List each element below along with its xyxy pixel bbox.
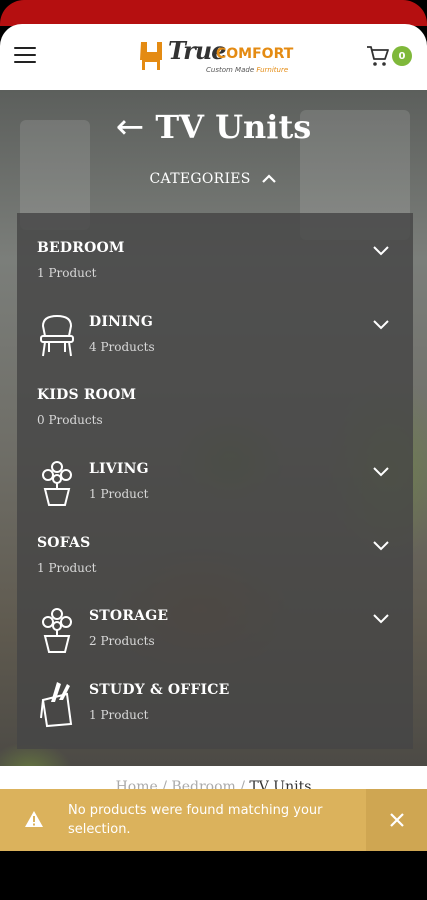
chevron-down-icon[interactable] xyxy=(372,613,390,625)
warning-icon xyxy=(25,811,43,827)
page-title-row: ← TV Units xyxy=(0,108,427,146)
close-icon xyxy=(389,813,404,827)
chevron-up-icon xyxy=(262,174,277,183)
category-count: 1 Product xyxy=(37,266,97,280)
category-count: 1 Product xyxy=(37,561,97,575)
logo-tagline-b: Furniture xyxy=(256,66,289,74)
chevron-down-icon[interactable] xyxy=(372,466,390,478)
categories-toggle-label: CATEGORIES xyxy=(149,171,251,187)
category-item-kids-room[interactable]: KIDS ROOM 0 Products xyxy=(17,377,413,447)
potted-plant-icon xyxy=(42,608,72,653)
hamburger-icon[interactable] xyxy=(14,47,36,65)
close-notice-button[interactable] xyxy=(366,789,427,851)
hero-background: ← TV Units CATEGORIES BEDROOM 1 Product … xyxy=(0,90,427,766)
categories-panel: BEDROOM 1 Product DINING 4 Products KIDS… xyxy=(17,213,413,749)
pen-holder-icon xyxy=(40,682,73,728)
page-title: TV Units xyxy=(155,108,312,146)
brand-logo[interactable]: True COMFORT Custom Made Furniture xyxy=(138,36,298,78)
category-name: DINING xyxy=(89,314,153,330)
category-count: 0 Products xyxy=(37,413,103,427)
category-name: LIVING xyxy=(89,461,149,477)
logo-tagline-a: Custom Made xyxy=(206,66,255,74)
category-item-bedroom[interactable]: BEDROOM 1 Product xyxy=(17,230,413,300)
logo-tagline: Custom Made Furniture xyxy=(206,66,288,74)
category-item-storage[interactable]: STORAGE 2 Products xyxy=(17,598,413,668)
cart-icon[interactable] xyxy=(366,44,390,68)
category-item-dining[interactable]: DINING 4 Products xyxy=(17,304,413,374)
chevron-down-icon[interactable] xyxy=(372,540,390,552)
notice-message: No products were found matching your sel… xyxy=(68,803,323,837)
category-name: STORAGE xyxy=(89,608,169,624)
category-item-living[interactable]: LIVING 1 Product xyxy=(17,451,413,521)
categories-toggle[interactable]: CATEGORIES xyxy=(0,171,427,187)
status-bar xyxy=(0,0,427,26)
bottom-bar xyxy=(0,851,427,900)
category-count: 1 Product xyxy=(89,708,149,722)
chevron-down-icon[interactable] xyxy=(372,319,390,331)
cart-count-badge[interactable]: 0 xyxy=(392,46,412,66)
logo-comfort-text: COMFORT xyxy=(216,46,294,62)
category-name: STUDY & OFFICE xyxy=(89,682,230,698)
chevron-down-icon[interactable] xyxy=(372,245,390,257)
category-item-sofas[interactable]: SOFAS 1 Product xyxy=(17,525,413,595)
no-products-notice: No products were found matching your sel… xyxy=(0,789,427,851)
category-name: BEDROOM xyxy=(37,240,125,256)
app-header: True COMFORT Custom Made Furniture 0 xyxy=(0,24,427,90)
dining-chair-icon xyxy=(40,314,74,357)
category-count: 1 Product xyxy=(89,487,149,501)
category-name: KIDS ROOM xyxy=(37,387,137,403)
category-name: SOFAS xyxy=(37,535,91,551)
category-item-study-office[interactable]: STUDY & OFFICE 1 Product xyxy=(17,672,413,742)
category-count: 4 Products xyxy=(89,340,155,354)
back-arrow-icon[interactable]: ← xyxy=(116,110,145,144)
potted-plant-icon xyxy=(42,461,72,506)
chair-logo-icon xyxy=(140,42,162,70)
category-count: 2 Products xyxy=(89,634,155,648)
